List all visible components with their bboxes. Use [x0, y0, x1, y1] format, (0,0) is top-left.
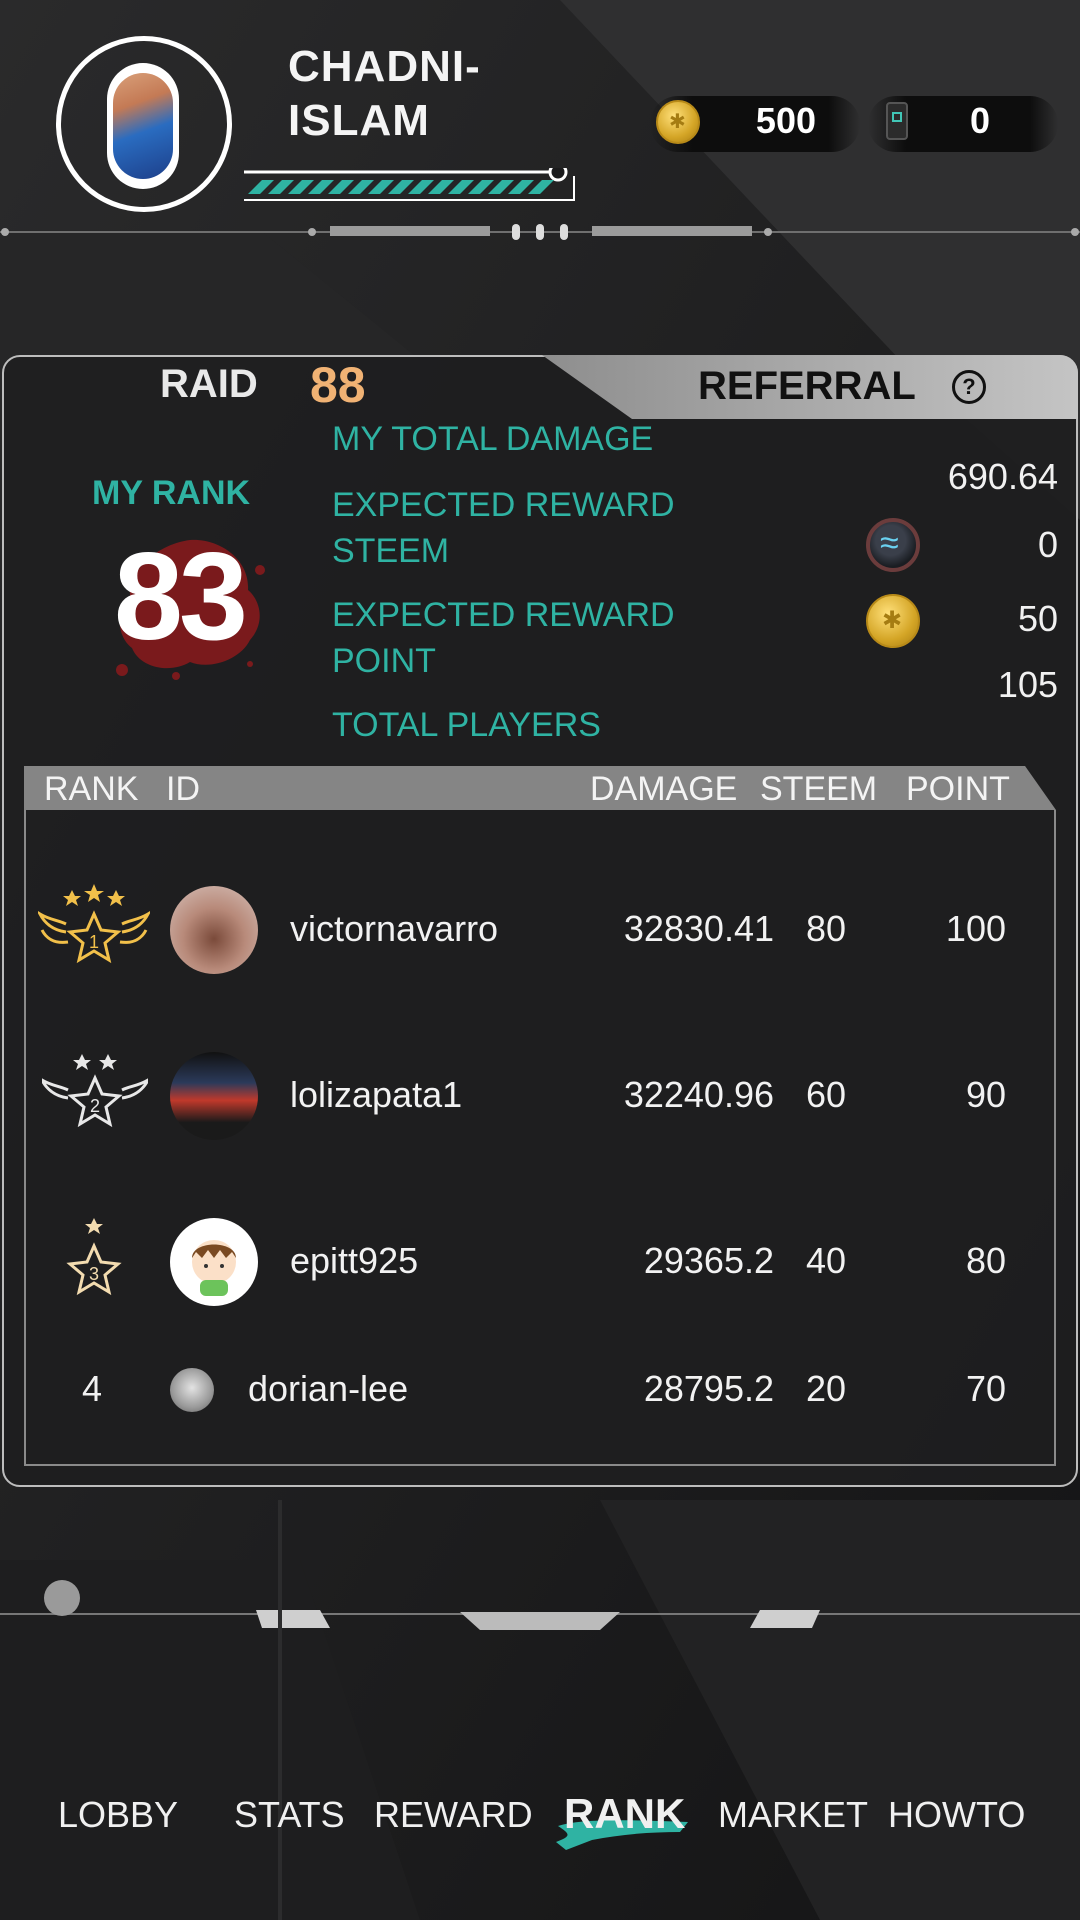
ticket-value: 0 [969, 100, 990, 141]
row-steem: 20 [805, 1368, 846, 1409]
gold-medal-icon: 1 [38, 884, 150, 964]
silver-medal-icon: 2 [42, 1054, 148, 1128]
table-row[interactable]: 3 epitt925 29365.2 40 80 [26, 1202, 1054, 1322]
help-icon[interactable]: ? [952, 370, 986, 404]
row-steem: 80 [805, 908, 846, 949]
tab-raid[interactable]: RAID [160, 362, 258, 407]
header-damage: DAMAGE [590, 770, 738, 808]
my-rank-value: 83 [114, 528, 248, 666]
total-players-label: TOTAL PLAYERS [332, 706, 601, 744]
table-row[interactable]: 2 lolizapata1 32240.96 60 90 [26, 1036, 1054, 1156]
row-point: 80 [965, 1240, 1006, 1281]
row-rank: 4 [81, 1368, 103, 1409]
header-point: POINT [906, 770, 1010, 808]
ranking-table[interactable]: 1 victornavarro 32830.41 80 100 2 loliza… [24, 810, 1056, 1466]
cartoon-face-icon [192, 1240, 236, 1296]
header-steem: STEEM [760, 770, 878, 808]
row-damage: 32830.41 [623, 908, 774, 949]
coin-icon [656, 100, 700, 144]
reward-steem-label: EXPECTED REWARD STEEM [332, 486, 675, 570]
row-point: 100 [945, 908, 1006, 949]
row-id: dorian-lee [248, 1368, 409, 1409]
coin-value: 500 [755, 100, 816, 141]
player-avatar [170, 1368, 214, 1412]
profile-photo [113, 73, 173, 179]
row-id: epitt925 [290, 1240, 419, 1281]
profile-avatar[interactable] [56, 36, 232, 212]
nav-stats[interactable]: STATS [234, 1794, 345, 1836]
reward-point-value: 50 [1017, 598, 1058, 639]
ticket-icon [886, 102, 908, 140]
nav-reward[interactable]: REWARD [374, 1794, 533, 1836]
table-row[interactable]: 1 victornavarro 32830.41 80 100 [26, 870, 1054, 990]
raid-count: 88 [310, 357, 366, 413]
player-avatar [170, 886, 258, 974]
total-damage-value: 690.64 [947, 456, 1058, 497]
row-damage: 28795.2 [643, 1368, 774, 1409]
row-steem: 60 [805, 1074, 846, 1115]
svg-text:3: 3 [89, 1264, 99, 1284]
nav-rank[interactable]: RANK [564, 1790, 685, 1838]
my-rank-label: MY RANK [92, 474, 251, 512]
header-id: ID [166, 770, 200, 808]
nav-howto[interactable]: HOWTO [888, 1794, 1025, 1836]
player-avatar [170, 1218, 258, 1306]
svg-text:2: 2 [90, 1096, 100, 1116]
row-point: 90 [965, 1074, 1006, 1115]
nav-market[interactable]: MARKET [718, 1794, 868, 1836]
row-id: victornavarro [290, 908, 499, 949]
row-damage: 29365.2 [643, 1240, 774, 1281]
table-row[interactable]: 4 dorian-lee 28795.2 20 70 [26, 1346, 1054, 1436]
reward-steem-value: 0 [1037, 524, 1058, 565]
point-icon [866, 594, 920, 648]
header-rank: RANK [44, 770, 139, 808]
total-damage-label: MY TOTAL DAMAGE [332, 420, 654, 458]
row-point: 70 [965, 1368, 1006, 1409]
row-damage: 32240.96 [623, 1074, 774, 1115]
xp-progress-bar [244, 168, 575, 201]
row-id: lolizapata1 [290, 1074, 463, 1115]
total-players-value: 105 [997, 664, 1058, 705]
player-avatar [170, 1052, 258, 1140]
svg-text:1: 1 [89, 932, 99, 952]
reward-point-label: EXPECTED REWARD POINT [332, 596, 675, 680]
steem-icon [866, 518, 920, 572]
nav-lobby[interactable]: LOBBY [58, 1794, 178, 1836]
bronze-medal-icon: 3 [66, 1218, 122, 1296]
tab-referral-label[interactable]: REFERRAL [698, 364, 916, 409]
player-name: CHADNI-ISLAM [288, 42, 481, 145]
row-steem: 40 [805, 1240, 846, 1281]
